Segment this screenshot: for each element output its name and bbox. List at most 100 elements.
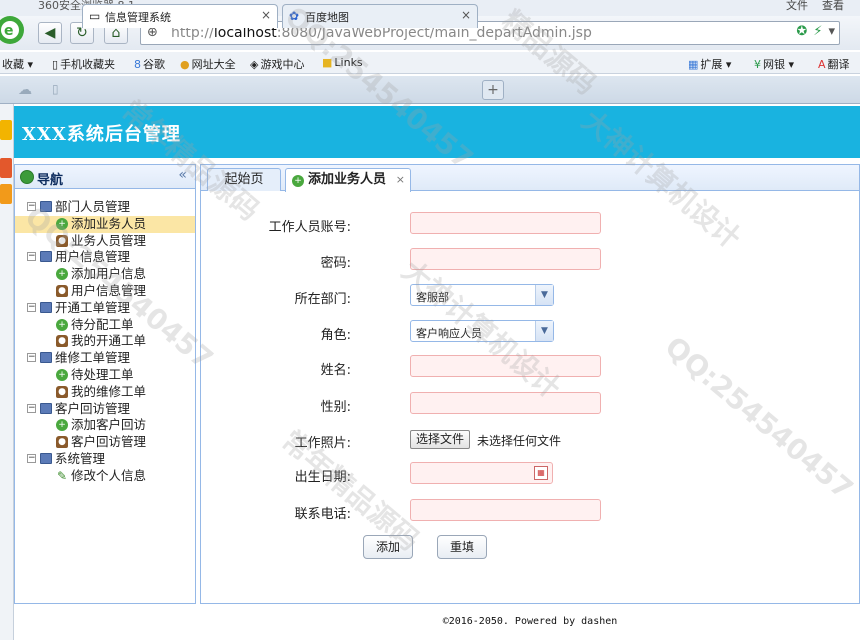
sidebar-app-icon[interactable] (0, 184, 12, 204)
password-input[interactable] (410, 248, 601, 270)
collapse-toggle-icon[interactable]: − (27, 252, 36, 262)
user-icon: ● (56, 385, 68, 398)
dropdown-icon[interactable]: ▾ (828, 24, 835, 39)
collapse-icon[interactable]: « (178, 167, 187, 183)
new-tab-button[interactable]: + (482, 80, 504, 100)
role-label: 角色: (320, 328, 351, 343)
close-icon[interactable]: × (461, 8, 471, 22)
browser-tab[interactable]: ✿ 百度地图 × (282, 4, 478, 28)
fav-item[interactable]: ■ Links (322, 56, 363, 69)
speed-icon[interactable]: ✪ (796, 24, 807, 39)
computer-icon (40, 402, 52, 414)
tree-group[interactable]: − 开通工单管理 (15, 300, 195, 317)
calendar-icon[interactable]: ▦ (534, 466, 548, 480)
gamepad-icon: ◈ (250, 58, 259, 71)
tree-group[interactable]: − 用户信息管理 (15, 249, 195, 266)
menu-view[interactable]: 查看 (822, 0, 844, 12)
form-row-birthday: 出生日期: ▦ (201, 462, 859, 488)
tree-item[interactable]: ✎ 修改个人信息 (15, 468, 195, 485)
tree-group[interactable]: − 部门人员管理 (15, 199, 195, 216)
back-arrow-icon: ◀ (44, 25, 56, 41)
fav-item[interactable]: ▦ 扩展 ▾ (688, 56, 731, 72)
fav-item[interactable]: ◈ 游戏中心 (250, 56, 304, 72)
phone-input[interactable] (410, 499, 601, 521)
back-button[interactable]: ◀ (38, 22, 62, 44)
fav-item[interactable]: ▯ 手机收藏夹 (52, 56, 115, 72)
nav-globe-icon (20, 170, 34, 184)
fav-item[interactable]: ¥ 网银 ▾ (754, 56, 794, 72)
favorites-bar: 收藏 ▾ ▯ 手机收藏夹 8 谷歌 ● 网址大全 ◈ 游戏中心 ■ Links ▦ 扩展 ▾… (0, 52, 860, 74)
add-circle-icon: + (56, 419, 68, 432)
tree-item[interactable]: + 添加用户信息 (15, 266, 195, 283)
tree-item[interactable]: ● 业务人员管理 (15, 233, 195, 250)
collapse-toggle-icon[interactable]: − (27, 353, 36, 363)
account-input[interactable] (410, 212, 601, 234)
add-circle-icon: + (56, 217, 68, 230)
computer-icon (40, 201, 52, 212)
sidebar-app-icon[interactable] (0, 158, 12, 178)
browser-tab-label: 百度地图 (305, 11, 349, 24)
add-button[interactable]: 添加 (363, 535, 413, 559)
tree-item[interactable]: + 添加客户回访 (15, 417, 195, 434)
chevron-down-icon[interactable]: ▼ (535, 321, 553, 341)
globe-icon: ● (180, 58, 190, 71)
choose-file-button[interactable]: 选择文件 (410, 430, 471, 449)
tree-group[interactable]: − 维修工单管理 (15, 350, 195, 367)
cloud-icon[interactable]: ☁ (18, 82, 32, 98)
tree-item[interactable]: ● 我的开通工单 (15, 333, 195, 350)
app-title: XXX系统后台管理 (22, 124, 181, 145)
reset-button[interactable]: 重填 (437, 535, 487, 559)
close-icon[interactable]: × (396, 169, 405, 191)
name-input[interactable] (410, 355, 601, 377)
collapse-toggle-icon[interactable]: − (27, 453, 36, 463)
paw-icon: ✿ (289, 9, 300, 23)
tab-start-page[interactable]: 起始页 (207, 168, 281, 191)
birthday-input[interactable]: ▦ (410, 462, 553, 484)
chevron-down-icon[interactable]: ▼ (535, 285, 553, 305)
fav-item[interactable]: ● 网址大全 (180, 56, 236, 72)
role-select[interactable]: 客户响应人员 ▼ (410, 320, 554, 342)
user-icon: ● (56, 436, 68, 449)
add-circle-icon: + (56, 318, 68, 331)
collapse-toggle-icon[interactable]: − (27, 302, 36, 312)
phone-icon[interactable]: ▯ (52, 82, 59, 96)
dept-select[interactable]: 客服部 ▼ (410, 284, 554, 306)
fav-item[interactable]: A 翻译 (818, 56, 850, 72)
tree-item[interactable]: ● 客户回访管理 (15, 434, 195, 451)
nav-panel-header: 导航 « (15, 165, 195, 189)
add-circle-icon: + (56, 368, 68, 381)
form-row-password: 密码: (201, 248, 859, 274)
close-icon[interactable]: × (261, 8, 271, 22)
tree-group[interactable]: − 系统管理 (15, 451, 195, 468)
tree-item[interactable]: ● 用户信息管理 (15, 283, 195, 300)
collapse-toggle-icon[interactable]: − (27, 403, 36, 413)
form-row-phone: 联系电话: (201, 499, 859, 525)
collapse-toggle-icon[interactable]: − (27, 202, 36, 211)
sidebar-app-icon[interactable] (0, 120, 12, 140)
browser-tab-active[interactable]: ▭ 信息管理系统 × (82, 4, 278, 28)
tree-item[interactable]: + 待处理工单 (15, 367, 195, 384)
computer-icon (40, 452, 52, 464)
tree-item[interactable]: + 待分配工单 (15, 317, 195, 334)
computer-icon (40, 251, 52, 263)
add-circle-icon: + (56, 268, 68, 281)
menu-file[interactable]: 文件 (786, 0, 808, 12)
gender-input[interactable] (410, 392, 601, 414)
user-icon: ● (56, 284, 68, 297)
fav-item[interactable]: 8 谷歌 (134, 56, 165, 72)
nav-title: 导航 (37, 173, 64, 188)
dept-label: 所在部门: (294, 292, 351, 307)
lightning-icon[interactable]: ⚡ (813, 24, 822, 39)
tab-add-staff[interactable]: + 添加业务人员 × (285, 168, 411, 192)
grid-icon: ▦ (688, 58, 699, 71)
browser-tabbar (0, 76, 860, 104)
tree-group[interactable]: − 客户回访管理 (15, 401, 195, 418)
footer-copyright: ©2016-2050. Powered by dashen (442, 616, 618, 627)
fav-item[interactable]: 收藏 ▾ (2, 56, 33, 72)
app-header: XXX系统后台管理 (14, 106, 860, 158)
tree-item[interactable]: ● 我的维修工单 (15, 384, 195, 401)
tree-item-add-staff[interactable]: + 添加业务人员 (15, 215, 195, 233)
nav-panel: 导航 « − 部门人员管理 + 添加业务人员 ● 业务人员管理 − 用户信息管理 + 添加… (14, 164, 196, 604)
photo-label: 工作照片: (294, 436, 351, 451)
gender-label: 性别: (320, 400, 351, 415)
